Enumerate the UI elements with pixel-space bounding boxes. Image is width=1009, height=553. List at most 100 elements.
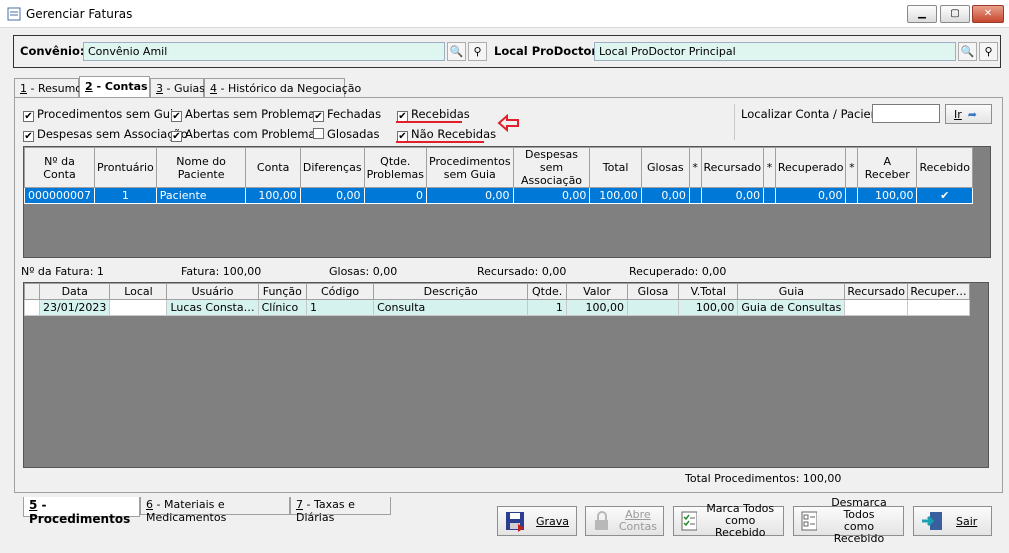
go-button[interactable]: Ir ➦ (945, 104, 992, 124)
convenio-field[interactable]: Convênio Amil (83, 42, 445, 61)
column-header[interactable]: Nome do Paciente (155, 147, 247, 188)
filter-glosadas[interactable]: Glosadas (313, 127, 380, 141)
app-icon (7, 7, 21, 21)
column-header[interactable] (24, 283, 40, 300)
column-header[interactable]: Função (257, 283, 308, 300)
maximize-button[interactable]: ▢ (940, 5, 970, 23)
checkbox-checked[interactable]: ✔ (23, 131, 34, 142)
column-header[interactable]: Código (306, 283, 375, 300)
column-header[interactable]: Qtde. (527, 283, 567, 300)
table-cell: Guia de Consultas (737, 299, 846, 316)
column-header[interactable]: Nº da Conta (24, 147, 95, 188)
tab-guias[interactable]: 3 - Guias (150, 78, 205, 98)
filter-recebidas[interactable]: ✔ Recebidas (397, 107, 470, 122)
abre-contas-button[interactable]: Abre Contas (585, 506, 664, 536)
column-header[interactable]: Glosas (640, 147, 690, 188)
search-input[interactable] (872, 104, 940, 123)
window-title: Gerenciar Faturas (26, 7, 133, 21)
table-cell: 0,00 (299, 187, 365, 204)
filter-procedimentos-sem-guia[interactable]: ✔ Procedimentos sem Guia (23, 107, 180, 122)
table-cell (845, 187, 859, 204)
column-header[interactable]: A Receber (857, 147, 918, 188)
grava-button[interactable]: Grava (497, 506, 577, 536)
marca-todos-button[interactable]: Marca Todos como Recebido (673, 503, 784, 539)
column-header[interactable]: V.Total (678, 283, 739, 300)
lock-icon (595, 511, 608, 530)
checkbox-unchecked[interactable] (313, 128, 324, 139)
table-cell: 0,00 (774, 187, 847, 204)
procedures-grid: Data Local Usuário Função Código Descrição Qtd… (23, 282, 989, 468)
column-header[interactable]: Local (109, 283, 168, 300)
table-row[interactable]: 000000007 1 Paciente 100,00 0,00 0 0,00 0,00 100… (24, 187, 973, 204)
column-header[interactable]: Qtde. Problemas (363, 147, 428, 188)
glosas-total: Glosas: 0,00 (329, 265, 398, 278)
filter-abertas-com-problemas[interactable]: ✔ Abertas com Problemas (171, 127, 321, 142)
checkbox-checked[interactable]: ✔ (171, 131, 182, 142)
convenio-panel: Convênio: Convênio Amil 🔍 ⚲ Local ProDoc… (13, 35, 1001, 68)
column-header[interactable]: * (763, 147, 776, 188)
column-header[interactable]: Recuper… (907, 283, 970, 300)
table-cell (844, 299, 909, 316)
table-cell: 100,00 (857, 187, 918, 204)
column-header[interactable]: Recebido (916, 147, 973, 188)
binoculars-icon[interactable]: ⚲ (468, 42, 487, 61)
tab-contas[interactable]: 2 - Contas (79, 76, 150, 98)
column-header[interactable]: Prontuário (94, 147, 157, 188)
tab-historico[interactable]: 4 - Histórico da Negociação (204, 78, 361, 98)
table-cell: 0,00 (700, 187, 765, 204)
column-header[interactable]: Recuperado (774, 147, 847, 188)
filter-despesas-sem-associacao[interactable]: ✔ Despesas sem Associação (23, 127, 188, 142)
column-header[interactable]: Usuário (166, 283, 259, 300)
minimize-button[interactable]: ▁ (907, 5, 937, 23)
column-header[interactable]: Recursado (700, 147, 765, 188)
column-header[interactable]: Recursado (844, 283, 909, 300)
column-header[interactable]: * (688, 147, 702, 188)
tab-taxas[interactable]: 7 - Taxas e Diárias (290, 497, 391, 524)
exit-door-icon (922, 512, 942, 530)
desmarca-todos-button[interactable]: Desmarca Todos como Recebido (793, 497, 904, 545)
tab-procedimentos[interactable]: 5 - Procedimentos (23, 497, 140, 526)
arrow-right-icon: ➦ (967, 107, 977, 121)
column-header[interactable]: Glosa (626, 283, 680, 300)
table-cell (24, 299, 40, 316)
accounts-grid: Nº da Conta Prontuário Nome do Paciente Con… (23, 146, 991, 258)
filter-fechadas[interactable]: ✔ Fechadas (313, 107, 381, 122)
annotation-underline (396, 141, 484, 143)
column-header[interactable]: Diferenças (299, 147, 365, 188)
filter-nao-recebidas[interactable]: ✔ Não Recebidas (397, 127, 496, 142)
table-cell: Paciente (155, 187, 247, 204)
search-icon[interactable]: 🔍 (958, 42, 977, 61)
checkbox-checked[interactable]: ✔ (23, 111, 34, 122)
search-icon[interactable]: 🔍 (447, 42, 466, 61)
column-header[interactable]: * (845, 147, 859, 188)
column-header[interactable]: Guia (737, 283, 846, 300)
column-header[interactable]: Valor (565, 283, 628, 300)
table-cell: 0,00 (640, 187, 690, 204)
total-procedimentos: Total Procedimentos: 100,00 (685, 472, 842, 485)
recebido-checkbox[interactable]: ✔ (916, 187, 973, 204)
column-header[interactable]: Procedimentos sem Guia (426, 147, 514, 188)
tab-materiais[interactable]: 6 - Materiais e Medicamentos (140, 497, 290, 524)
table-cell: 0,00 (512, 187, 591, 204)
table-cell: 100,00 (678, 299, 739, 316)
checkbox-checked[interactable]: ✔ (313, 111, 324, 122)
binoculars-icon[interactable]: ⚲ (979, 42, 998, 61)
column-header[interactable]: Descrição (373, 283, 529, 300)
filter-abertas-sem-problemas[interactable]: ✔ Abertas sem Problemas (171, 107, 321, 122)
checkbox-checked[interactable]: ✔ (171, 111, 182, 122)
close-button[interactable]: ✕ (972, 5, 1004, 23)
checklist-icon (681, 511, 698, 531)
column-header[interactable]: Data (38, 283, 111, 300)
column-header[interactable]: Despesas sem Associação (512, 147, 591, 188)
table-row[interactable]: 23/01/2023 Lucas Consta… Clínico 1 Consulta 1… (24, 299, 970, 316)
floppy-icon (506, 512, 524, 532)
sair-button[interactable]: Sair (913, 506, 992, 536)
table-cell: 1 (306, 299, 375, 316)
tab-resumo[interactable]: 1 - Resumo (14, 78, 82, 98)
local-field[interactable]: Local ProDoctor Principal (594, 42, 956, 61)
fatura-number: Nº da Fatura: 1 (21, 265, 104, 278)
annotation-underline (396, 121, 462, 123)
column-header[interactable]: Total (589, 147, 642, 188)
table-cell: 1 (527, 299, 567, 316)
column-header[interactable]: Conta (245, 147, 301, 188)
